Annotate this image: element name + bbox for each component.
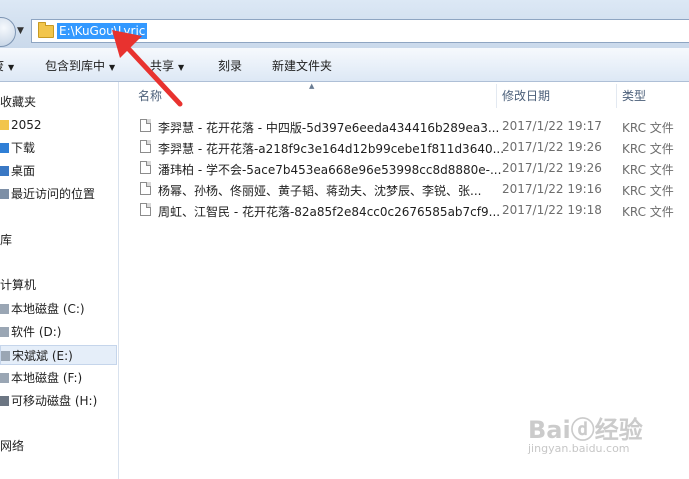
command-toolbar: 废▼ 包含到库中▼ 共享▼ 刻录 新建文件夹	[0, 48, 689, 82]
include-in-library-button[interactable]: 包含到库中 ▼	[45, 57, 115, 74]
file-date: 2017/1/22 19:17	[502, 119, 602, 133]
drive-icon	[0, 327, 9, 337]
baidu-watermark: Baiⓓ经验 jingyan.baidu.com	[528, 410, 678, 470]
table-row[interactable]: 周虹、江智民 - 花开花落-82a85f2e84cc0c2676585ab7cf…	[140, 200, 689, 221]
file-name: 李羿慧 - 花开花落-a218f9c3e164d12b99cebe1f811d3…	[158, 142, 505, 156]
chevron-down-icon: ▼	[8, 63, 15, 72]
folder-icon	[0, 120, 9, 130]
nav-network[interactable]: 网络	[0, 436, 24, 456]
removable-drive-icon	[0, 396, 9, 406]
nav-library[interactable]: 库	[0, 230, 12, 250]
desktop-icon	[0, 166, 9, 176]
file-type: KRC 文件	[622, 142, 674, 156]
column-divider[interactable]	[616, 84, 617, 108]
organize-button[interactable]: 废▼	[0, 57, 14, 74]
nav-item-desktop[interactable]: 桌面	[0, 161, 35, 181]
file-date: 2017/1/22 19:18	[502, 203, 602, 217]
watermark-brand: Baiⓓ经验	[528, 416, 643, 444]
column-header-date[interactable]: 修改日期	[502, 84, 550, 108]
column-header-type[interactable]: 类型	[622, 84, 646, 108]
file-date: 2017/1/22 19:26	[502, 161, 602, 175]
nav-drive-e[interactable]: 宋斌斌 (E:)	[0, 345, 117, 365]
drive-icon	[1, 351, 10, 361]
burn-button[interactable]: 刻录	[218, 57, 242, 74]
navigation-pane: 收藏夹 2052 下载 桌面 最近访问的位置 库 计算机 本地磁盘 (C:) 软…	[0, 82, 119, 479]
nav-item-recent-places[interactable]: 最近访问的位置	[0, 184, 95, 204]
file-type: KRC 文件	[622, 205, 674, 219]
file-name: 周虹、江智民 - 花开花落-82a85f2e84cc0c2676585ab7cf…	[158, 205, 501, 219]
column-header-name[interactable]: 名称	[138, 84, 162, 108]
file-date: 2017/1/22 19:26	[502, 140, 602, 154]
download-icon	[0, 143, 9, 153]
table-row[interactable]: 李羿慧 - 花开花落-a218f9c3e164d12b99cebe1f811d3…	[140, 137, 689, 158]
back-button[interactable]	[0, 17, 16, 47]
folder-icon	[38, 22, 54, 38]
new-folder-button[interactable]: 新建文件夹	[272, 57, 332, 74]
nav-drive-d[interactable]: 软件 (D:)	[0, 322, 61, 342]
file-type: KRC 文件	[622, 184, 674, 198]
file-name: 李羿慧 - 花开花落 - 中四版-5d397e6eeda434416b289ea…	[158, 121, 500, 135]
file-icon	[140, 203, 151, 216]
table-row[interactable]: 杨幂、孙杨、佟丽娅、黄子韬、蒋劲夫、沈梦辰、李锐、张... 2017/1/22 …	[140, 179, 689, 200]
file-date: 2017/1/22 19:16	[502, 182, 602, 196]
file-type: KRC 文件	[622, 121, 674, 135]
nav-computer[interactable]: 计算机	[0, 275, 36, 295]
file-name: 杨幂、孙杨、佟丽娅、黄子韬、蒋劲夫、沈梦辰、李锐、张...	[158, 184, 482, 198]
nav-item-downloads[interactable]: 下载	[0, 138, 35, 158]
watermark-site: jingyan.baidu.com	[528, 442, 630, 455]
table-row[interactable]: 潘玮柏 - 学不会-5ace7b453ea668e96e53998cc8d888…	[140, 158, 689, 179]
sort-ascending-icon: ▲	[309, 82, 315, 90]
recent-places-icon	[0, 189, 9, 199]
nav-drive-h[interactable]: 可移动磁盘 (H:)	[0, 391, 97, 411]
history-dropdown-icon[interactable]: ▼	[17, 26, 24, 36]
table-row[interactable]: 李羿慧 - 花开花落 - 中四版-5d397e6eeda434416b289ea…	[140, 116, 689, 137]
column-divider[interactable]	[496, 84, 497, 108]
drive-icon	[0, 304, 9, 314]
nav-drive-c[interactable]: 本地磁盘 (C:)	[0, 299, 85, 319]
file-icon	[140, 182, 151, 195]
file-type: KRC 文件	[622, 163, 674, 177]
nav-item-2052[interactable]: 2052	[0, 115, 42, 135]
drive-icon	[0, 373, 9, 383]
nav-drive-f[interactable]: 本地磁盘 (F:)	[0, 368, 82, 388]
file-icon	[140, 140, 151, 153]
file-icon	[140, 161, 151, 174]
nav-favorites[interactable]: 收藏夹	[0, 92, 36, 112]
address-bar-area: ▼ E:\KuGou\Lyric	[0, 0, 689, 48]
file-name: 潘玮柏 - 学不会-5ace7b453ea668e96e53998cc8d888…	[158, 163, 502, 177]
file-icon	[140, 119, 151, 132]
